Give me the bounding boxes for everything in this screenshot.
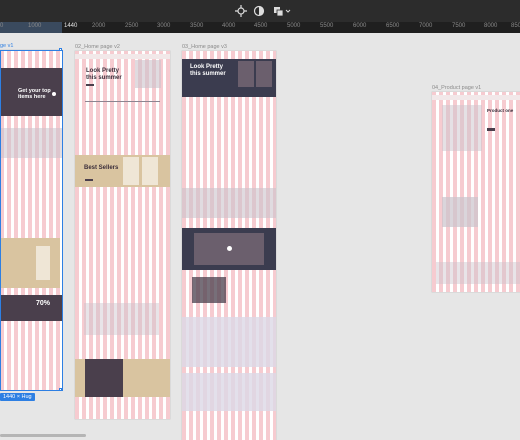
frame-label-product-v1[interactable]: 04_Product page v1: [432, 85, 481, 91]
bestseller-image: [123, 157, 139, 185]
ruler-tick: 4000: [222, 23, 236, 29]
promo-image: [192, 277, 226, 303]
ruler-tick: 8500: [511, 23, 520, 29]
feature-section: [182, 188, 276, 218]
contrast-icon[interactable]: [252, 4, 266, 18]
play-icon[interactable]: [227, 246, 232, 251]
selection-outline[interactable]: [0, 50, 63, 391]
nav-bar: [432, 95, 520, 100]
resize-handle-tr[interactable]: [59, 48, 62, 51]
detail-image: [442, 197, 478, 227]
frame-home-v2[interactable]: Look Pretty this summer Best Sellers: [75, 51, 170, 419]
nav-bar: [75, 54, 170, 59]
related-section: [436, 262, 520, 284]
horizontal-scrollbar[interactable]: [0, 434, 86, 437]
bestsellers-button: [85, 179, 93, 181]
ruler-tick: 6500: [386, 23, 400, 29]
top-toolbar: [0, 0, 520, 22]
product-title: Product one: [487, 108, 514, 113]
resize-handle-br[interactable]: [59, 388, 62, 391]
ruler-tick: 3500: [190, 23, 204, 29]
ruler-tick: 2500: [125, 23, 139, 29]
ruler-tick: 5500: [320, 23, 334, 29]
layers-dropdown-icon[interactable]: [272, 4, 292, 18]
frame-home-v3[interactable]: Look Pretty this summer: [182, 51, 276, 440]
design-app: 0 1000 1440 2000 2500 3000 3500 4000 450…: [0, 0, 520, 440]
bestseller-image: [142, 157, 158, 185]
hero-button: [86, 84, 94, 86]
add-to-cart-button: [487, 128, 495, 131]
frame-label-home-v3[interactable]: 03_Home page v3: [182, 44, 227, 50]
ruler-tick: 5000: [287, 23, 301, 29]
frame-label-home-v2[interactable]: 02_Home page v2: [75, 44, 120, 50]
frame-label-home-v1[interactable]: ge v1: [0, 43, 13, 49]
hero-image: [238, 61, 254, 87]
bestsellers-title: Best Sellers: [84, 165, 119, 171]
divider: [85, 101, 160, 102]
ruler-tick: 1000: [28, 23, 42, 29]
hero-title: Look Pretty this summer: [86, 68, 122, 81]
ruler-tick: 7000: [419, 23, 433, 29]
hero-title: Look Pretty this summer: [190, 64, 226, 77]
ruler-tick: 3000: [157, 23, 171, 29]
newsletter-image: [85, 359, 123, 397]
design-canvas[interactable]: ge v1 Get your top items here 70% 1440 ×…: [0, 33, 520, 440]
horizontal-ruler: 0 1000 1440 2000 2500 3000 3500 4000 450…: [0, 22, 520, 33]
ruler-tick: 0: [0, 23, 4, 29]
ruler-tick-active: 1440: [64, 23, 78, 29]
frame-size-badge: 1440 × Hug: [0, 393, 35, 401]
ruler-tick: 8000: [484, 23, 498, 29]
crosshair-icon[interactable]: [234, 4, 248, 18]
collection-section: [182, 317, 276, 367]
product-image: [442, 105, 482, 151]
category-grid: [84, 303, 159, 335]
ruler-tick: 7500: [452, 23, 466, 29]
ruler-tick: 2000: [92, 23, 106, 29]
ruler-tick: 6000: [353, 23, 367, 29]
hero-image: [256, 61, 272, 87]
ruler-tick: 4500: [254, 23, 268, 29]
testimonial-section: [182, 373, 276, 411]
hero-image: [135, 60, 161, 88]
frame-product-v1[interactable]: Product one: [432, 92, 520, 292]
